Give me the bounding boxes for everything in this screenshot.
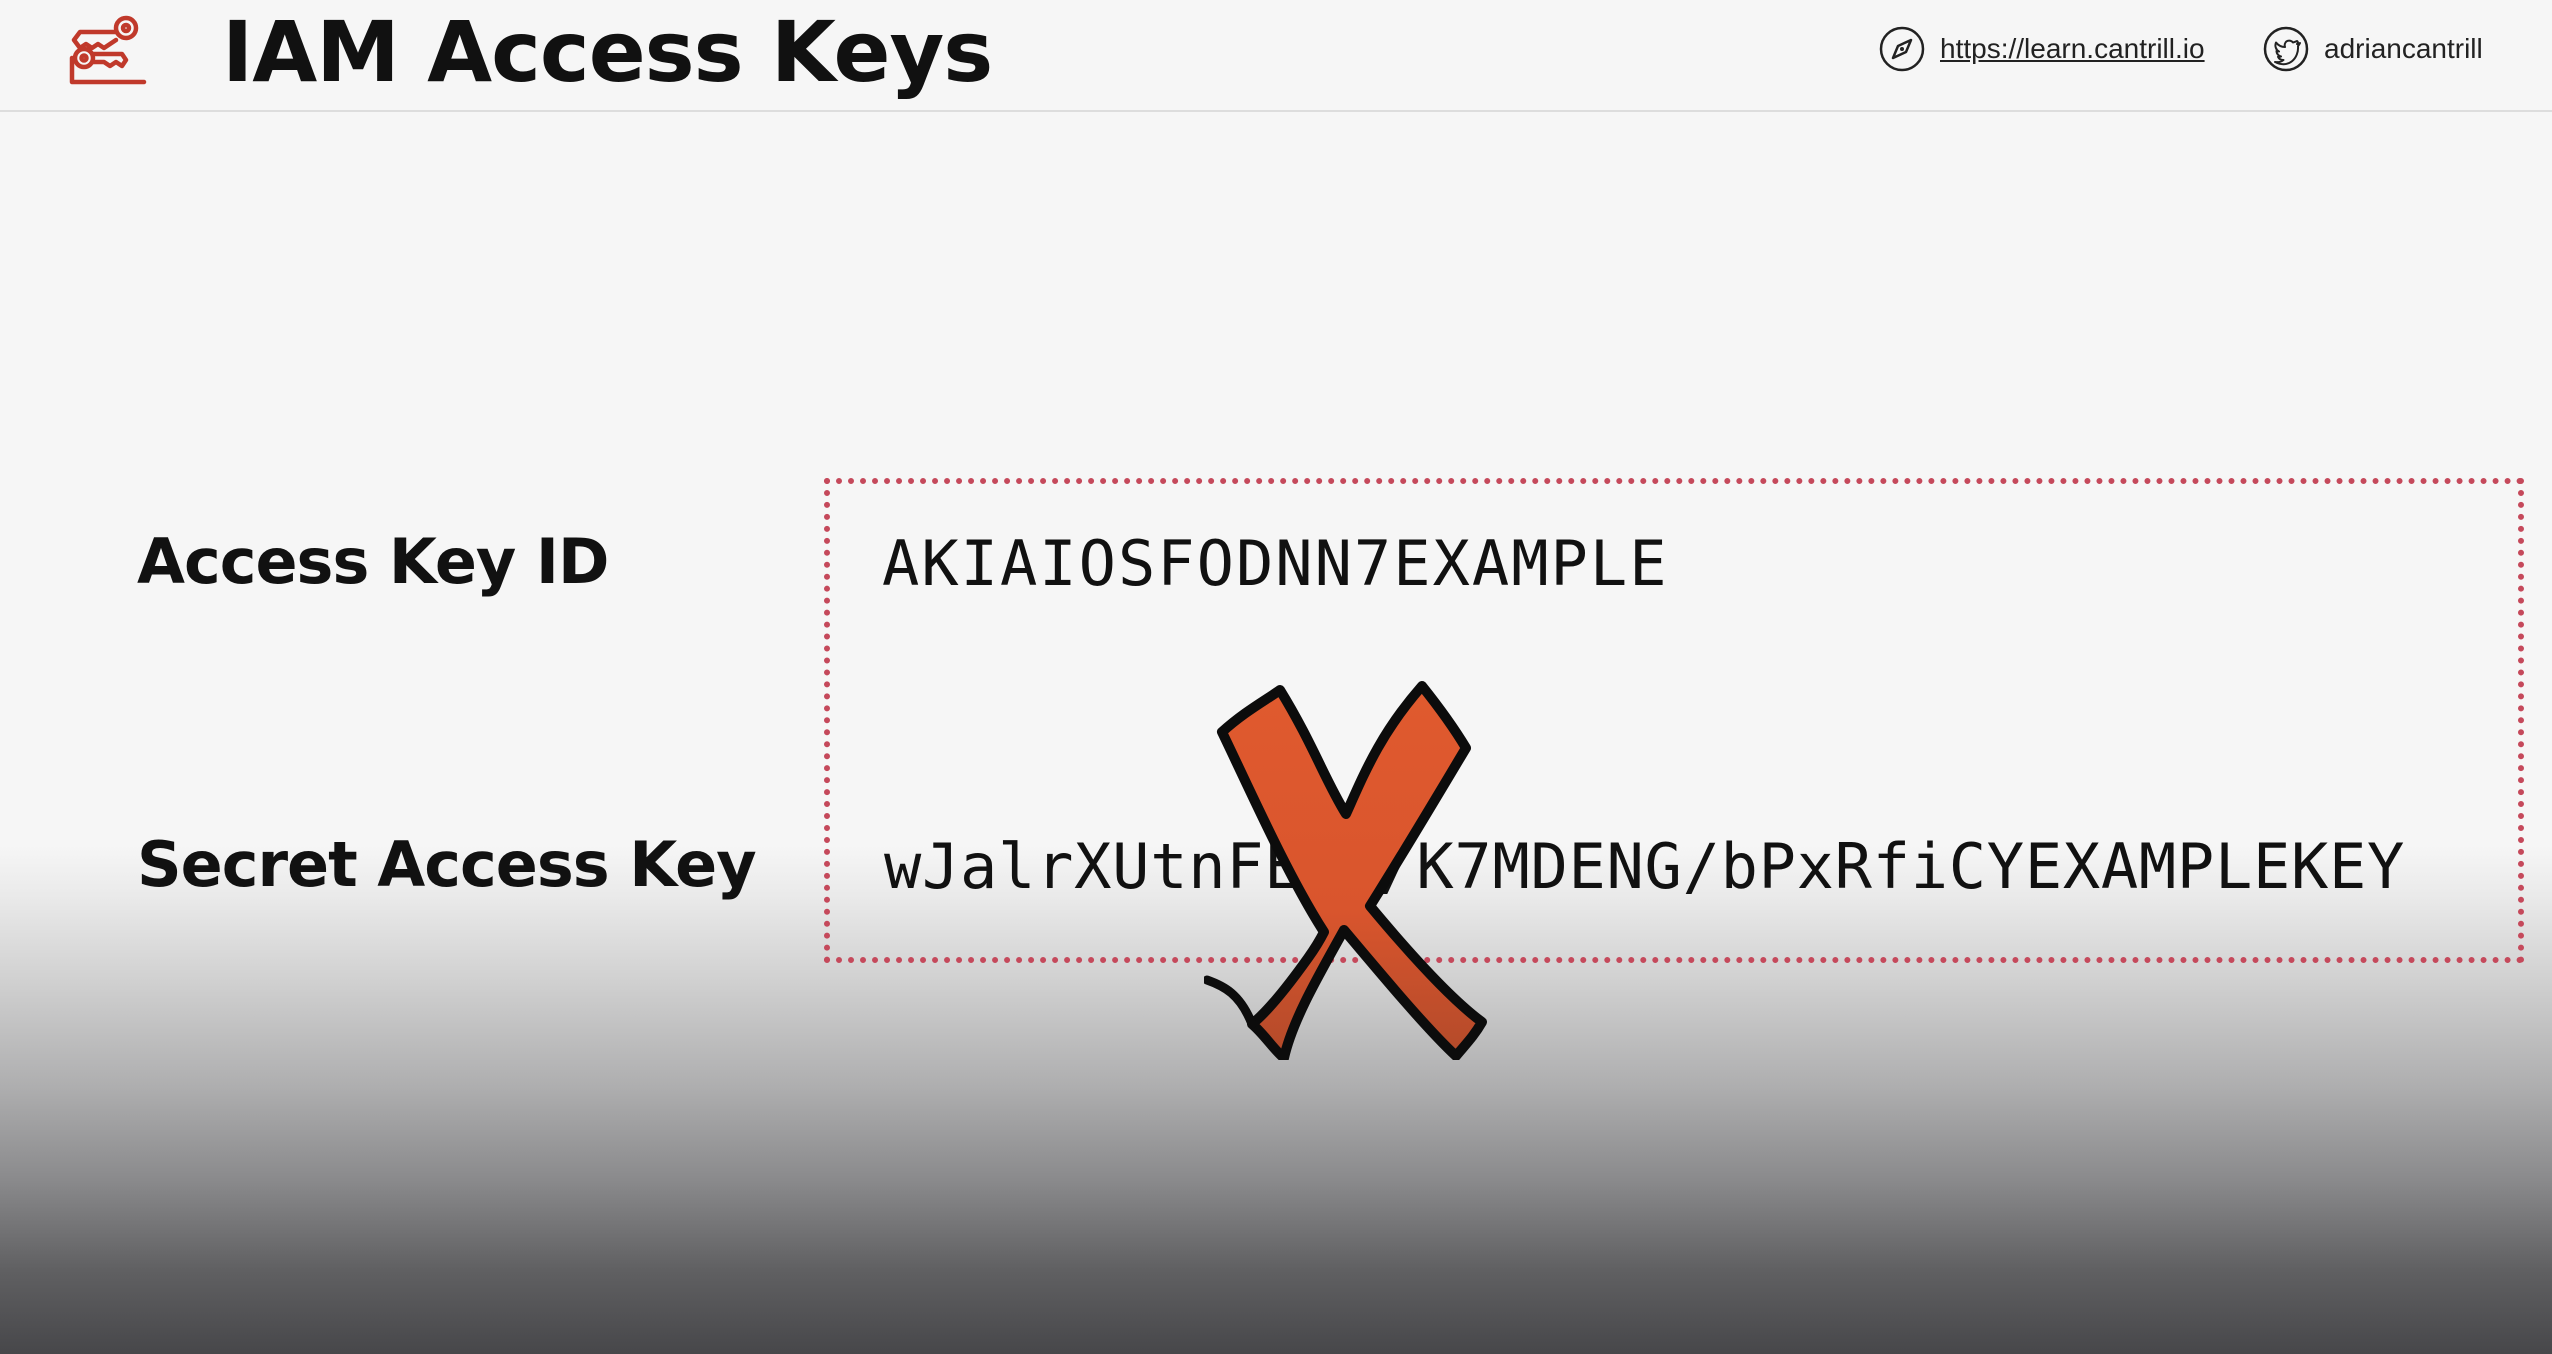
site-link-text[interactable]: https://learn.cantrill.io — [1940, 33, 2205, 65]
twitter-icon — [2263, 26, 2309, 72]
keys-icon — [69, 15, 147, 85]
secret-access-key-label: Secret Access Key — [137, 828, 757, 901]
page-title: IAM Access Keys — [222, 3, 993, 101]
slide-header: IAM Access Keys https://learn.cantrill.i… — [0, 0, 2552, 112]
site-link[interactable]: https://learn.cantrill.io — [1878, 22, 2205, 76]
compass-icon — [1879, 26, 1925, 72]
secret-access-key-value: wJalrXUtnFEMI/K7MDENG/bPxRfiCYEXAMPLEKEY — [884, 830, 2406, 903]
cross-mark-icon — [1204, 681, 1487, 1060]
twitter-handle[interactable]: adriancantrill — [2324, 33, 2483, 65]
twitter-link[interactable]: adriancantrill — [2262, 22, 2483, 76]
access-key-id-value: AKIAIOSFODNN7EXAMPLE — [882, 527, 1669, 600]
access-key-id-label: Access Key ID — [137, 525, 609, 598]
